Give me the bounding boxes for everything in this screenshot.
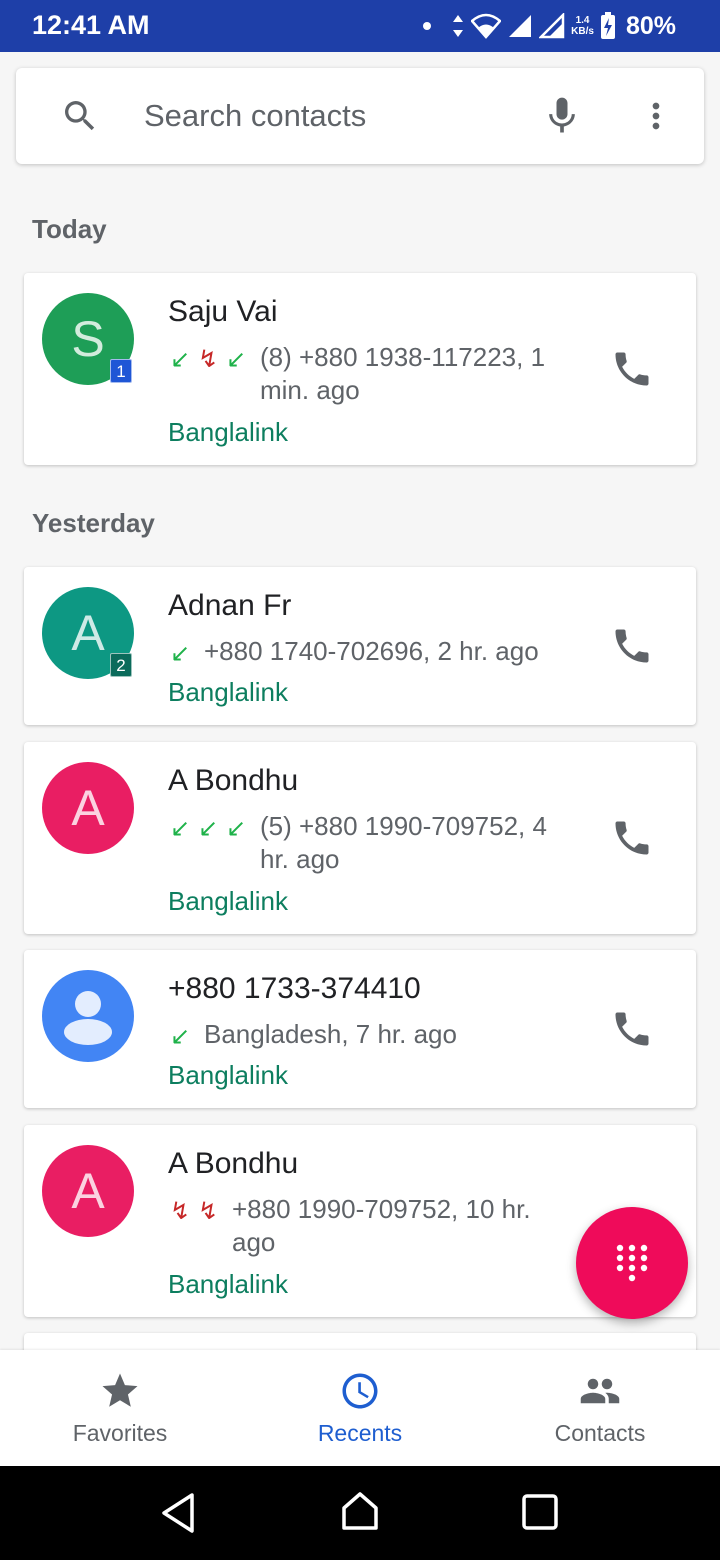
call-details: ↙ Bangladesh, 7 hr. ago xyxy=(168,1018,457,1051)
call-type-icons: ↙ xyxy=(168,641,192,667)
call-detail-text: +880 1990-709752, 10 hr. ago xyxy=(232,1194,531,1257)
call-log-item[interactable]: S 1 Saju Vai ↙ ↯ ↙ (8) +880 1938-117223,… xyxy=(24,273,696,465)
phone-icon[interactable] xyxy=(610,816,654,860)
call-log-item[interactable]: A A Bondhu ↙ ↙ ↙ (5) +880 1990-709752, 4… xyxy=(24,742,696,934)
missed-call-icon: ↯ xyxy=(169,1198,191,1225)
search-icon[interactable] xyxy=(60,96,100,136)
signal-icon xyxy=(509,15,532,37)
tab-contacts-label: Contacts xyxy=(554,1420,646,1446)
incoming-call-icon: ↙ xyxy=(169,640,191,667)
section-header-today: Today xyxy=(32,214,107,244)
contact-name: A Bondhu xyxy=(168,764,299,797)
sim-label: Banglalink xyxy=(168,1269,288,1299)
notification-dot-icon xyxy=(423,22,432,30)
missed-call-icon: ↯ xyxy=(197,1198,219,1225)
contact-name: A Bondhu xyxy=(168,1147,299,1180)
call-count-badge: 2 xyxy=(110,653,132,677)
search-input[interactable] xyxy=(144,92,524,140)
tab-recents-label: Recents xyxy=(317,1420,403,1446)
sim-label: Banglalink xyxy=(168,677,288,707)
missed-call-icon: ↯ xyxy=(197,346,219,373)
call-detail-text: (5) +880 1990-709752, 4 hr. ago xyxy=(260,811,547,874)
call-count-badge: 1 xyxy=(110,359,132,383)
call-type-icons: ↙ xyxy=(168,1024,192,1050)
phone-icon[interactable] xyxy=(610,1007,654,1051)
contact-name: +880 1733-374410 xyxy=(168,972,421,1005)
tab-favorites[interactable]: Favorites xyxy=(0,1350,240,1466)
phone-icon[interactable] xyxy=(610,347,654,391)
section-header-yesterday: Yesterday xyxy=(32,508,155,538)
dialpad-button[interactable] xyxy=(576,1207,688,1319)
clock-icon xyxy=(342,1373,378,1409)
tab-favorites-label: Favorites xyxy=(72,1420,168,1446)
data-arrows-icon xyxy=(453,15,464,37)
incoming-call-icon: ↙ xyxy=(169,346,191,373)
incoming-call-icon: ↙ xyxy=(169,1023,191,1050)
person-icon xyxy=(64,991,112,1045)
call-details: ↯ ↯ +880 1990-709752, 10 hr. ago xyxy=(168,1193,572,1259)
people-icon xyxy=(580,1378,620,1404)
back-icon[interactable] xyxy=(158,1492,198,1534)
call-type-icons: ↯ ↯ xyxy=(168,1199,220,1225)
call-detail-text: (8) +880 1938-117223, 1 min. ago xyxy=(260,342,546,405)
sim-label: Banglalink xyxy=(168,1060,288,1090)
recents-apps-icon[interactable] xyxy=(521,1493,559,1531)
mic-icon[interactable] xyxy=(540,94,584,138)
call-type-icons: ↙ ↙ ↙ xyxy=(168,816,248,842)
call-details: ↙ +880 1740-702696, 2 hr. ago xyxy=(168,635,539,668)
sim-label: Banglalink xyxy=(168,886,288,916)
call-log-item[interactable]: +880 1733-374410 ↙ Bangladesh, 7 hr. ago… xyxy=(24,950,696,1108)
call-detail-text: +880 1740-702696, 2 hr. ago xyxy=(204,636,539,666)
avatar[interactable]: A xyxy=(42,1145,134,1237)
search-bar[interactable] xyxy=(16,68,704,164)
speed-unit: KB/s xyxy=(571,26,594,37)
status-icons: 1.4 KB/s 80% xyxy=(423,8,676,44)
tab-recents[interactable]: Recents xyxy=(240,1350,480,1466)
call-details: ↙ ↙ ↙ (5) +880 1990-709752, 4 hr. ago xyxy=(168,810,580,876)
star-icon xyxy=(102,1373,138,1407)
battery-charging-icon xyxy=(600,12,615,39)
phone-icon[interactable] xyxy=(610,624,654,668)
bottom-navigation: Favorites Recents Contacts xyxy=(0,1350,720,1466)
system-navigation-bar xyxy=(0,1466,720,1560)
contact-name: Saju Vai xyxy=(168,295,278,328)
incoming-call-icon: ↙ xyxy=(169,815,191,842)
wifi-icon xyxy=(471,13,502,39)
status-bar: 12:41 AM 1.4 KB/s 80% xyxy=(0,0,720,52)
home-icon[interactable] xyxy=(340,1490,380,1532)
incoming-call-icon: ↙ xyxy=(225,346,247,373)
tab-contacts[interactable]: Contacts xyxy=(480,1350,720,1466)
call-details: ↙ ↯ ↙ (8) +880 1938-117223, 1 min. ago xyxy=(168,341,580,407)
avatar[interactable] xyxy=(42,970,134,1062)
network-speed: 1.4 KB/s xyxy=(571,15,594,37)
contact-name: Adnan Fr xyxy=(168,589,292,622)
call-type-icons: ↙ ↯ ↙ xyxy=(168,347,248,373)
sim-label: Banglalink xyxy=(168,417,288,447)
call-detail-text: Bangladesh, 7 hr. ago xyxy=(204,1019,457,1049)
avatar[interactable]: A xyxy=(42,762,134,854)
speed-value: 1.4 xyxy=(575,15,590,26)
status-time: 12:41 AM xyxy=(32,10,150,40)
incoming-call-icon: ↙ xyxy=(225,815,247,842)
signal-2-icon xyxy=(539,13,565,39)
incoming-call-icon: ↙ xyxy=(197,815,219,842)
battery-percent: 80% xyxy=(625,11,676,40)
call-log-item[interactable]: A 2 Adnan Fr ↙ +880 1740-702696, 2 hr. a… xyxy=(24,567,696,725)
dialpad-icon xyxy=(616,1244,648,1282)
more-vert-icon[interactable] xyxy=(636,94,676,138)
